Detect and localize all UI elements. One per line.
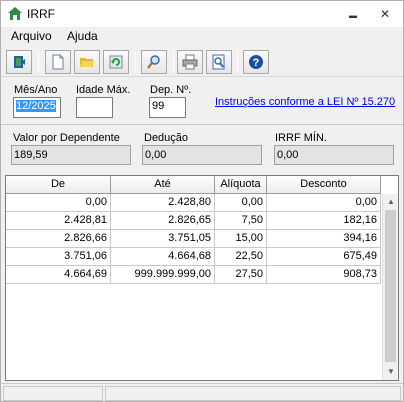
instructions-link[interactable]: Instruções conforme a LEI Nº 15.270 [215, 96, 395, 108]
print-icon [182, 54, 198, 70]
menu-arquivo[interactable]: Arquivo [11, 29, 52, 43]
status-panel [3, 386, 103, 401]
deducao-label: Dedução [144, 132, 189, 144]
cell-desconto: 908,73 [267, 266, 381, 284]
table-row[interactable]: 2.428,81 2.826,65 7,50 182,16 [6, 212, 381, 230]
exit-door-icon [14, 56, 25, 68]
title-bar[interactable]: IRRF ▬ ✕ [1, 1, 403, 27]
irrf-min-field: 0,00 [274, 145, 394, 165]
scroll-up-icon[interactable]: ▲ [383, 194, 399, 210]
cell-desconto: 0,00 [267, 194, 381, 212]
scroll-thumb[interactable] [385, 210, 396, 362]
close-button[interactable]: ✕ [373, 5, 397, 23]
menu-ajuda[interactable]: Ajuda [67, 29, 98, 43]
mes-ano-field[interactable]: 12/2025 [13, 97, 61, 118]
cell-ate: 4.664,68 [111, 248, 215, 266]
table-header: De Até Alíquota Desconto [6, 176, 381, 194]
cell-aliquota: 7,50 [215, 212, 267, 230]
cell-aliquota: 22,50 [215, 248, 267, 266]
cell-ate: 3.751,05 [111, 230, 215, 248]
table-row[interactable]: 2.826,66 3.751,05 15,00 394,16 [6, 230, 381, 248]
print-preview-button[interactable] [206, 50, 232, 74]
minimize-icon: ▬ [349, 11, 357, 20]
cell-desconto: 675,49 [267, 248, 381, 266]
refresh-icon [109, 55, 123, 69]
open-button[interactable] [74, 50, 100, 74]
dep-field[interactable]: 99 [149, 97, 186, 118]
vertical-scrollbar[interactable]: ▲ ▼ [382, 194, 398, 380]
search-icon [147, 55, 160, 69]
cell-ate: 999.999.999,00 [111, 266, 215, 284]
dep-label: Dep. Nº. [150, 84, 192, 96]
menu-bar: Arquivo Ajuda [1, 27, 403, 45]
irrf-min-label: IRRF MÍN. [275, 132, 327, 144]
valor-dependente-label: Valor por Dependente [13, 132, 120, 144]
table-row[interactable]: 3.751,06 4.664,68 22,50 675,49 [6, 248, 381, 266]
new-document-icon [52, 54, 64, 70]
toolbar: ? [1, 47, 403, 77]
refresh-button[interactable] [103, 50, 129, 74]
cell-de: 4.664,69 [6, 266, 111, 284]
mes-ano-label: Mês/Ano [14, 84, 58, 96]
cell-aliquota: 27,50 [215, 266, 267, 284]
cell-desconto: 394,16 [267, 230, 381, 248]
search-button[interactable] [141, 50, 167, 74]
help-icon: ? [249, 55, 263, 69]
cell-aliquota: 0,00 [215, 194, 267, 212]
new-button[interactable] [45, 50, 71, 74]
irrf-window: IRRF ▬ ✕ Arquivo Ajuda ? Mês/Ano 12/2025… [0, 0, 404, 402]
irrf-table[interactable]: De Até Alíquota Desconto 0,00 2.428,80 0… [5, 175, 399, 381]
open-folder-icon [80, 58, 94, 67]
table-row[interactable]: 0,00 2.428,80 0,00 0,00 [6, 194, 381, 212]
minimize-button[interactable]: ▬ [341, 5, 365, 23]
cell-de: 2.826,66 [6, 230, 111, 248]
valor-dependente-field: 189,59 [11, 145, 131, 165]
toolbar-separator [173, 52, 174, 72]
help-button[interactable]: ? [243, 50, 269, 74]
cell-ate: 2.428,80 [111, 194, 215, 212]
cell-desconto: 182,16 [267, 212, 381, 230]
column-header-aliquota[interactable]: Alíquota [215, 176, 267, 194]
toolbar-separator [237, 52, 238, 72]
cell-ate: 2.826,65 [111, 212, 215, 230]
cell-de: 0,00 [6, 194, 111, 212]
deducao-field: 0,00 [142, 145, 262, 165]
cell-de: 2.428,81 [6, 212, 111, 230]
idade-max-label: Idade Máx. [76, 84, 131, 96]
cell-aliquota: 15,00 [215, 230, 267, 248]
window-title: IRRF [27, 7, 55, 21]
table-row[interactable]: 4.664,69 999.999.999,00 27,50 908,73 [6, 266, 381, 284]
column-header-ate[interactable]: Até [111, 176, 215, 194]
cell-de: 3.751,06 [6, 248, 111, 266]
mes-ano-value: 12/2025 [16, 100, 56, 112]
close-icon: ✕ [379, 7, 391, 21]
exit-button[interactable] [6, 50, 32, 74]
column-header-de[interactable]: De [6, 176, 111, 194]
section-divider [1, 124, 403, 125]
print-button[interactable] [177, 50, 203, 74]
toolbar-separator [38, 52, 39, 72]
status-bar [1, 383, 403, 401]
svg-text:?: ? [253, 57, 260, 69]
status-panel [105, 386, 401, 401]
home-icon [8, 7, 22, 20]
toolbar-separator [135, 52, 136, 72]
print-preview-icon [212, 54, 225, 70]
scroll-down-icon[interactable]: ▼ [383, 364, 399, 380]
column-header-desconto[interactable]: Desconto [267, 176, 381, 194]
idade-max-field[interactable] [76, 97, 113, 118]
